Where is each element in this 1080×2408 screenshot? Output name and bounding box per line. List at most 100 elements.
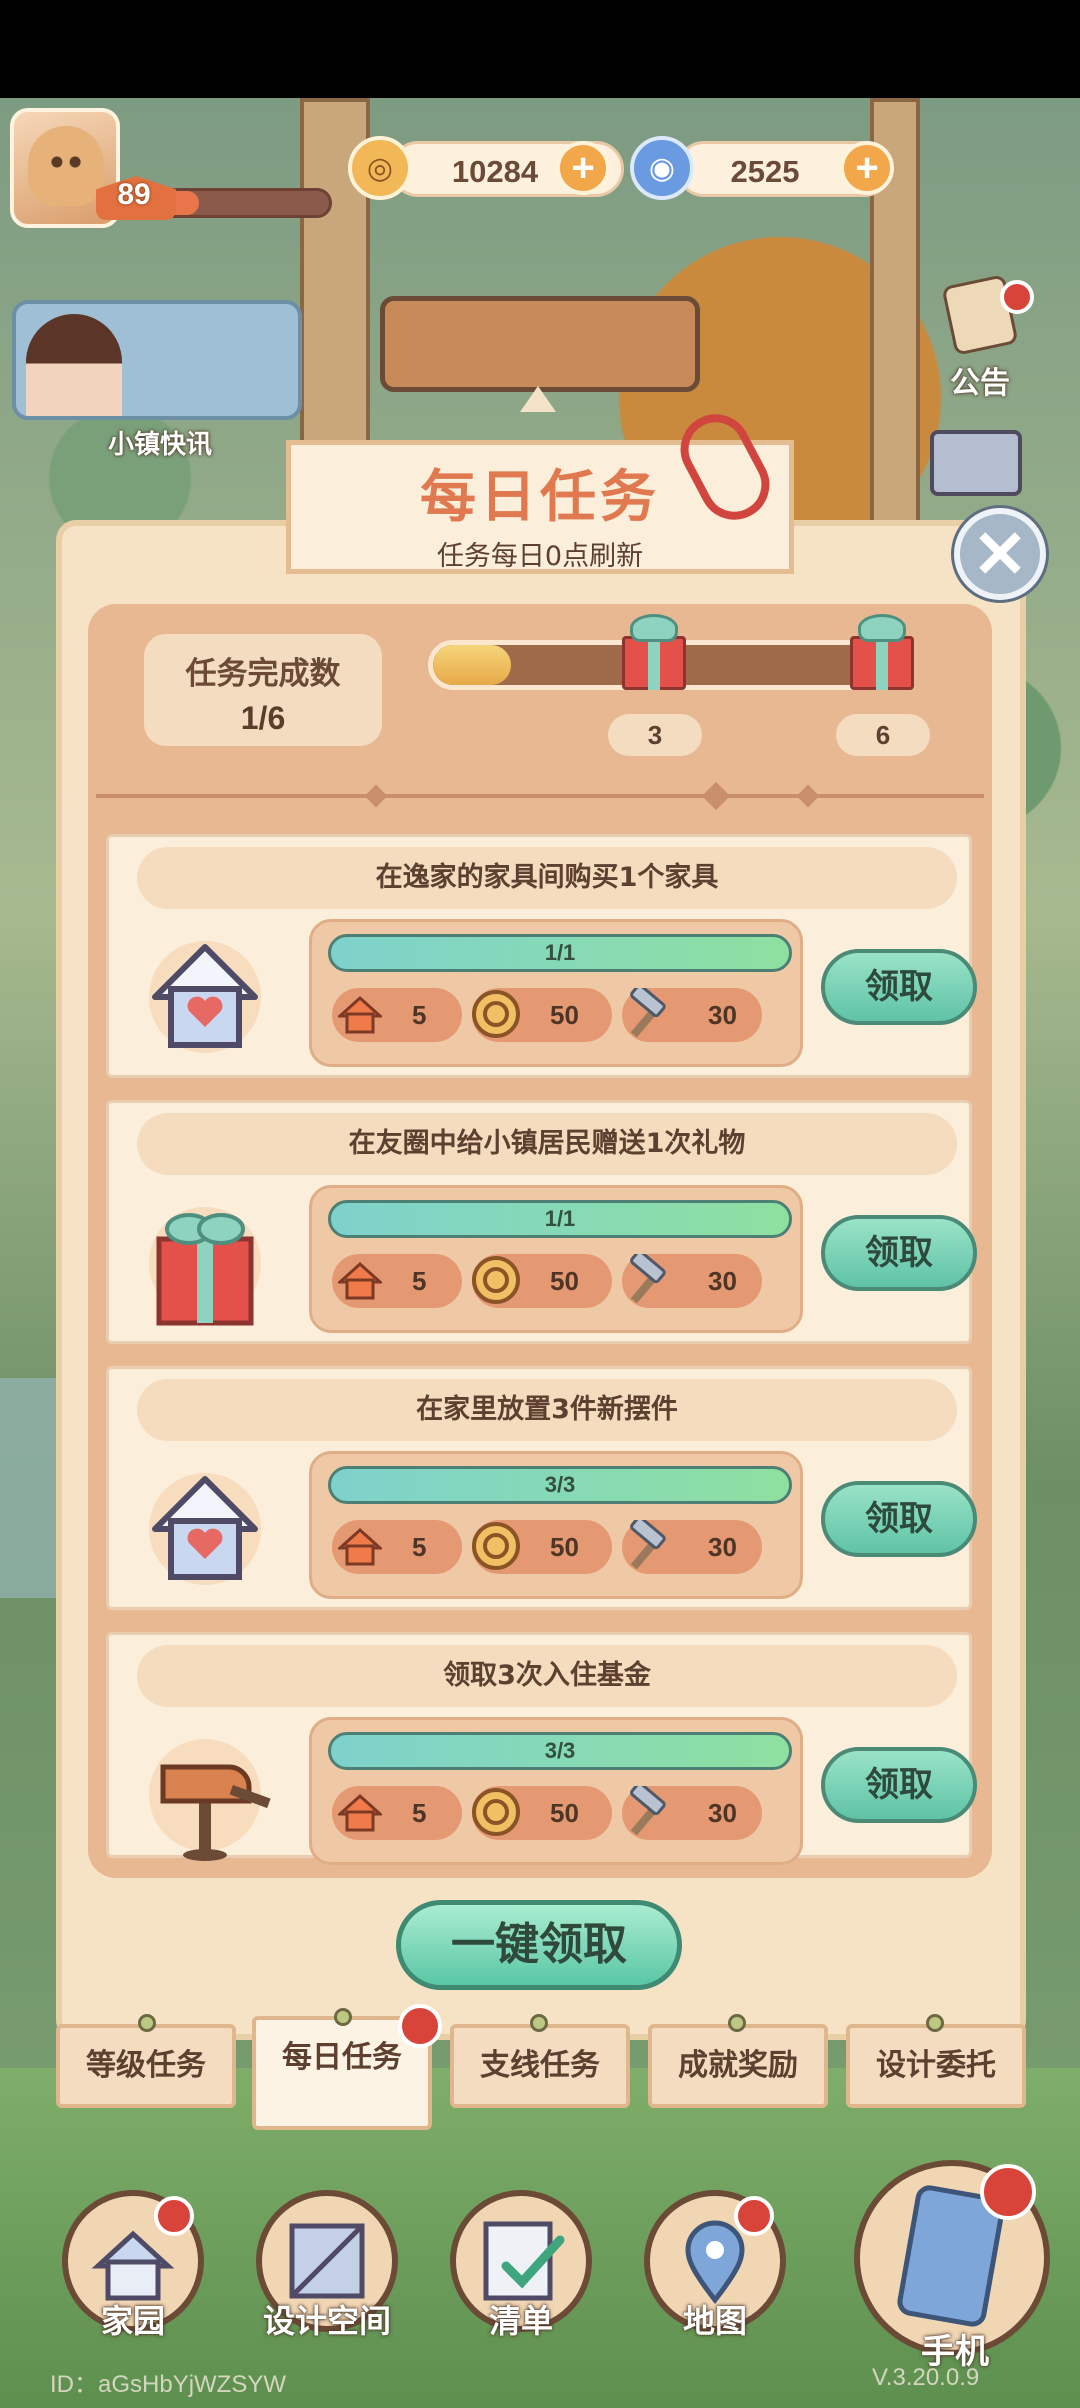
tab-design-commissions[interactable]: 设计委托	[846, 2024, 1026, 2108]
task-progress: 1/1	[328, 934, 792, 972]
reward-chip: 50	[472, 1520, 612, 1574]
gem-value: 2525	[730, 154, 800, 189]
coin-icon: ◎	[348, 136, 412, 200]
task-progress: 3/3	[328, 1732, 792, 1770]
add-gems-button[interactable]: +	[840, 141, 894, 195]
reward-amount: 50	[550, 1532, 579, 1562]
map-red-dot	[734, 2196, 774, 2236]
reward-amount: 50	[550, 1266, 579, 1296]
player-level: 89	[117, 178, 151, 211]
task-title: 在友圈中给小镇居民赠送1次礼物	[137, 1113, 957, 1175]
daily-progress-fill	[433, 645, 512, 685]
gift-icon	[145, 1193, 295, 1333]
dog-avatar-icon	[28, 126, 104, 206]
dock-checklist-label: 清单	[488, 2302, 553, 2340]
reward-amount: 30	[708, 1532, 737, 1562]
prosperity-house-icon	[332, 1518, 388, 1574]
hammer-icon	[620, 1784, 676, 1840]
weather-panel[interactable]	[380, 296, 700, 392]
reward-chip: 30	[622, 1520, 762, 1574]
milestone-gift-icon[interactable]	[618, 610, 690, 690]
completion-count-value: 1/6	[240, 700, 286, 736]
reward-chip: 5	[332, 988, 462, 1042]
swirl-gem-icon: ◉	[630, 136, 694, 200]
reward-amount: 30	[708, 1000, 737, 1030]
tab-pin	[728, 2014, 746, 2032]
coin-icon	[468, 1518, 524, 1574]
tab-pin	[926, 2014, 944, 2032]
home-red-dot	[154, 2196, 194, 2236]
divider	[96, 794, 984, 798]
claim-button[interactable]: 领取	[821, 949, 977, 1025]
reward-amount: 30	[708, 1266, 737, 1296]
house-heart-icon	[145, 1459, 295, 1599]
house-heart-icon	[145, 927, 295, 1067]
reward-amount: 50	[550, 1000, 579, 1030]
reward-chip: 5	[332, 1520, 462, 1574]
notice-red-dot	[1000, 280, 1034, 314]
tab-side-quests[interactable]: 支线任务	[450, 2024, 630, 2108]
character-portrait	[26, 314, 122, 416]
task-card: 在友圈中给小镇居民赠送1次礼物 1/1 5 50 30 领取	[106, 1100, 977, 1344]
reward-amount: 5	[412, 1532, 427, 1562]
hammer-icon	[620, 1252, 676, 1308]
daily-tab-red-dot	[398, 2004, 442, 2048]
claim-button[interactable]: 领取	[821, 1747, 977, 1823]
hammer-icon	[620, 986, 676, 1042]
tab-pin	[530, 2014, 548, 2032]
close-button[interactable]: ✕	[954, 508, 1046, 600]
add-coins-button[interactable]: +	[556, 141, 610, 195]
reward-chip: 50	[472, 1786, 612, 1840]
reward-chip: 50	[472, 988, 612, 1042]
reward-chip: 50	[472, 1254, 612, 1308]
coin-value: 10284	[451, 154, 539, 189]
reward-amount: 5	[412, 1798, 427, 1828]
mail-icon[interactable]	[930, 430, 1022, 496]
milestone-gift-icon[interactable]	[846, 610, 918, 690]
prosperity-house-icon	[332, 1252, 388, 1308]
reward-chip: 30	[622, 1786, 762, 1840]
dock-map-label: 地图	[682, 2302, 747, 2340]
phone-red-dot	[980, 2164, 1036, 2220]
app-version: V.3.20.0.9	[872, 2364, 980, 2391]
claim-button[interactable]: 领取	[821, 1215, 977, 1291]
mailbox-icon	[145, 1725, 295, 1865]
reward-amount: 5	[412, 1000, 427, 1030]
prosperity-house-icon	[332, 1784, 388, 1840]
reward-panel: 3/3 5 50 30	[309, 1451, 803, 1599]
reward-chip: 5	[332, 1254, 462, 1308]
claim-button[interactable]: 领取	[821, 1481, 977, 1557]
task-card: 在逸家的家具间购买1个家具 1/1 5 50 30 领取	[106, 834, 977, 1078]
reward-chip: 5	[332, 1786, 462, 1840]
coin-icon	[468, 1252, 524, 1308]
dialog-subtitle: 任务每日0点刷新	[436, 541, 644, 572]
hammer-icon	[620, 1518, 676, 1574]
reward-amount: 5	[412, 1266, 427, 1296]
task-title: 领取3次入住基金	[137, 1645, 957, 1707]
milestone-count: 3	[608, 714, 702, 756]
prosperity-house-icon	[332, 986, 388, 1042]
reward-chip: 30	[622, 988, 762, 1042]
task-title: 在逸家的家具间购买1个家具	[137, 847, 957, 909]
reward-amount: 50	[550, 1798, 579, 1828]
tab-achievements[interactable]: 成就奖励	[648, 2024, 828, 2108]
reward-panel: 1/1 5 50 30	[309, 919, 803, 1067]
task-progress: 1/1	[328, 1200, 792, 1238]
town-news-card[interactable]	[12, 300, 302, 420]
tab-level-tasks[interactable]: 等级任务	[56, 2024, 236, 2108]
user-id: ID：aGsHbYjWZSYW	[50, 2371, 287, 2398]
claim-all-button[interactable]: 一键领取	[396, 1900, 682, 1990]
task-card: 在家里放置3件新摆件 3/3 5 50 30 领取	[106, 1366, 977, 1610]
completion-count-label: 任务完成数	[185, 656, 341, 692]
reward-panel: 1/1 5 50 30	[309, 1185, 803, 1333]
task-progress: 3/3	[328, 1466, 792, 1504]
milestone-count: 6	[836, 714, 930, 756]
dock-home-label: 家园	[100, 2302, 165, 2340]
reward-chip: 30	[622, 1254, 762, 1308]
dock-design-space-label: 设计空间	[262, 2302, 391, 2340]
coin-icon	[468, 1784, 524, 1840]
reward-amount: 30	[708, 1798, 737, 1828]
tab-pin	[334, 2008, 352, 2026]
town-news-label: 小镇快讯	[107, 430, 212, 460]
tab-pin	[138, 2014, 156, 2032]
